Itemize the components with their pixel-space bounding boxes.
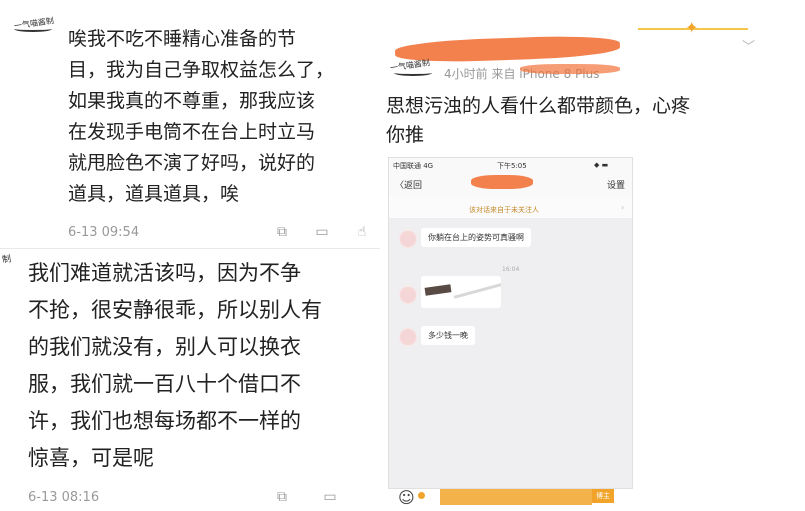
emoji-icon[interactable]: ☺ — [398, 488, 415, 507]
image-strip — [424, 284, 452, 296]
phone-status-carrier: 中国联通 4G — [393, 162, 434, 170]
comment-2-line: 服，我们就一百八十个借口不 — [28, 372, 301, 396]
comment-2-line: 我们难道就活该吗，因为不争 — [28, 261, 301, 285]
chat-time-divider: 16:04 — [502, 266, 520, 273]
comment-icon[interactable]: ▭ — [322, 490, 338, 504]
comment-1-time: 6-13 09:54 — [68, 225, 140, 240]
chevron-right-icon: › — [621, 203, 625, 212]
chat-image-message — [421, 276, 501, 308]
comment-1-body: 唉我不吃不睡精心准备的节 目，我为自己争取权益怎么了， 如果我真的不尊重，那我应… — [68, 24, 334, 210]
orange-dot — [418, 492, 425, 499]
comment-2-line: 许，我们也想每场都不一样的 — [28, 409, 301, 433]
sender-avatar — [399, 286, 417, 304]
post-line: 思想污浊的人看什么都带颜色，心疼 — [386, 95, 691, 117]
comment-divider — [0, 248, 380, 249]
share-icon[interactable]: ⧉ — [274, 225, 290, 239]
sender-avatar — [399, 328, 417, 346]
like-icon[interactable]: ☝ — [354, 225, 370, 239]
left-comments-panel: 一气喵酱制 唉我不吃不睡精心准备的节 目，我为自己争取权益怎么了， 如果我真的不… — [0, 0, 380, 511]
embedded-chat-screenshot[interactable]: 中国联通 4G 下午5:05 ◆ ▬ 〈返回 设置 该对话来自于未关注人 › 你… — [388, 157, 633, 489]
redacted-chat-name — [471, 175, 533, 189]
avatar-squiggle-1 — [14, 26, 52, 32]
sender-avatar — [399, 230, 417, 248]
comment-2-body: 我们难道就活该吗，因为不争 不抢，很安静很乖，所以别人有 的我们就没有，别人可以… — [28, 255, 368, 477]
comment-1-line: 如果我真的不尊重，那我应该 — [68, 90, 316, 112]
post-line: 你推 — [386, 124, 425, 146]
blogger-badge: 博主 — [592, 489, 614, 503]
commenter-avatar-2[interactable]: 制 — [1, 251, 12, 265]
chat-message: 你躺在台上的姿势可真骚啊 — [421, 228, 531, 247]
redacted-strike — [520, 64, 620, 74]
battery-icon: ◆ ▬ — [594, 161, 609, 169]
phone-status-time: 下午5:05 — [497, 162, 527, 170]
comment-1-line: 目，我为自己争取权益怎么了， — [68, 59, 335, 81]
comment-2-line: 惊喜，可是呢 — [28, 446, 154, 470]
comment-2-time: 6-13 08:16 — [28, 490, 100, 505]
comment-1-line: 在发现手电筒不在台上时立马 — [68, 121, 316, 143]
phone-settings-button[interactable]: 设置 — [607, 178, 625, 191]
comment-1-line: 唉我不吃不睡精心准备的节 — [68, 28, 297, 50]
notice-text: 该对话来自于未关注人 — [469, 206, 539, 214]
avatar-squiggle-2 — [394, 70, 432, 76]
comment-1-line: 道具，道具道具，唉 — [68, 183, 240, 205]
phone-back-button[interactable]: 〈返回 — [395, 178, 422, 191]
comment-2-line: 的我们就没有，别人可以换衣 — [28, 335, 301, 359]
post-body: 思想污浊的人看什么都带颜色，心疼 你推 — [386, 92, 690, 150]
comment-1-line: 就甩脸色不演了好吗，说好的 — [68, 152, 316, 174]
image-scribble — [453, 280, 501, 299]
redacted-footer — [440, 489, 592, 505]
share-icon[interactable]: ⧉ — [274, 490, 290, 504]
comment-2-line: 不抢，很安静很乖，所以别人有 — [28, 298, 322, 322]
chevron-down-icon[interactable]: ﹀ — [742, 36, 755, 55]
comment-icon[interactable]: ▭ — [314, 225, 330, 239]
chat-message: 多少钱一晚 — [421, 326, 475, 345]
decor-star-icon: ✦ — [685, 18, 699, 37]
